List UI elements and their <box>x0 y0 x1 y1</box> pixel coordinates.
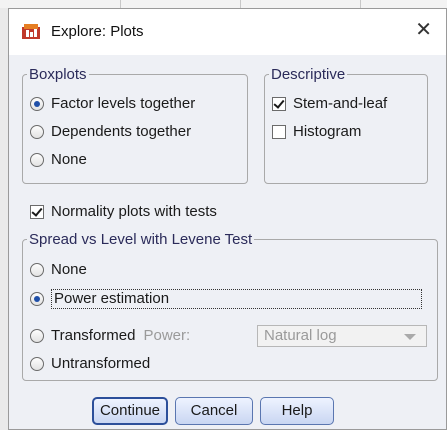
spss-app-icon <box>22 24 40 39</box>
cancel-button[interactable]: Cancel <box>175 397 253 425</box>
continue-button[interactable]: Continue <box>92 397 168 425</box>
option-label: Untransformed <box>51 355 151 372</box>
checkbox-checked[interactable] <box>272 96 286 111</box>
checkbox-checked[interactable] <box>30 204 44 219</box>
chevron-down-icon <box>404 334 416 340</box>
radio-button[interactable] <box>30 124 44 139</box>
radio-boxplots-none[interactable]: None <box>30 151 87 168</box>
boxplots-legend: Boxplots <box>29 66 87 83</box>
checkbox[interactable] <box>272 124 286 139</box>
radio-button[interactable] <box>30 262 44 277</box>
descriptive-legend: Descriptive <box>271 66 346 83</box>
option-label: Histogram <box>293 123 362 140</box>
title-bar[interactable]: Explore: Plots ✕ <box>9 9 446 55</box>
power-dropdown[interactable]: Natural log <box>257 325 427 347</box>
radio-button-selected[interactable] <box>30 96 44 111</box>
radio-transformed[interactable]: Transformed Power: <box>30 327 190 344</box>
option-label: Transformed <box>51 327 136 344</box>
radio-button[interactable] <box>30 328 44 343</box>
power-label: Power: <box>143 327 191 344</box>
radio-dependents-together[interactable]: Dependents together <box>30 123 191 140</box>
option-label: None <box>51 151 87 168</box>
spread-legend: Spread vs Level with Levene Test <box>29 231 253 248</box>
checkbox-normality-plots[interactable]: Normality plots with tests <box>30 203 217 220</box>
checkbox-histogram[interactable]: Histogram <box>272 123 361 140</box>
option-label-focused: Power estimation <box>51 289 422 309</box>
close-icon[interactable]: ✕ <box>415 19 432 41</box>
radio-factor-levels-together[interactable]: Factor levels together <box>30 95 195 112</box>
radio-button[interactable] <box>30 152 44 167</box>
option-label: Normality plots with tests <box>51 203 217 220</box>
option-label: None <box>51 261 87 278</box>
radio-spread-none[interactable]: None <box>30 261 87 278</box>
help-button[interactable]: Help <box>260 397 334 425</box>
radio-power-estimation[interactable]: Power estimation <box>30 289 422 309</box>
option-label: Stem-and-leaf <box>293 95 388 112</box>
option-label: Dependents together <box>51 123 192 140</box>
option-label: Factor levels together <box>51 95 196 112</box>
explore-plots-dialog: Explore: Plots ✕ Boxplots Factor levels … <box>8 8 447 430</box>
radio-button[interactable] <box>30 356 44 371</box>
power-dropdown-value: Natural log <box>264 327 337 344</box>
radio-button-selected[interactable] <box>30 292 44 306</box>
radio-untransformed[interactable]: Untransformed <box>30 355 150 372</box>
checkbox-stem-and-leaf[interactable]: Stem-and-leaf <box>272 95 387 112</box>
dialog-title: Explore: Plots <box>51 23 144 40</box>
